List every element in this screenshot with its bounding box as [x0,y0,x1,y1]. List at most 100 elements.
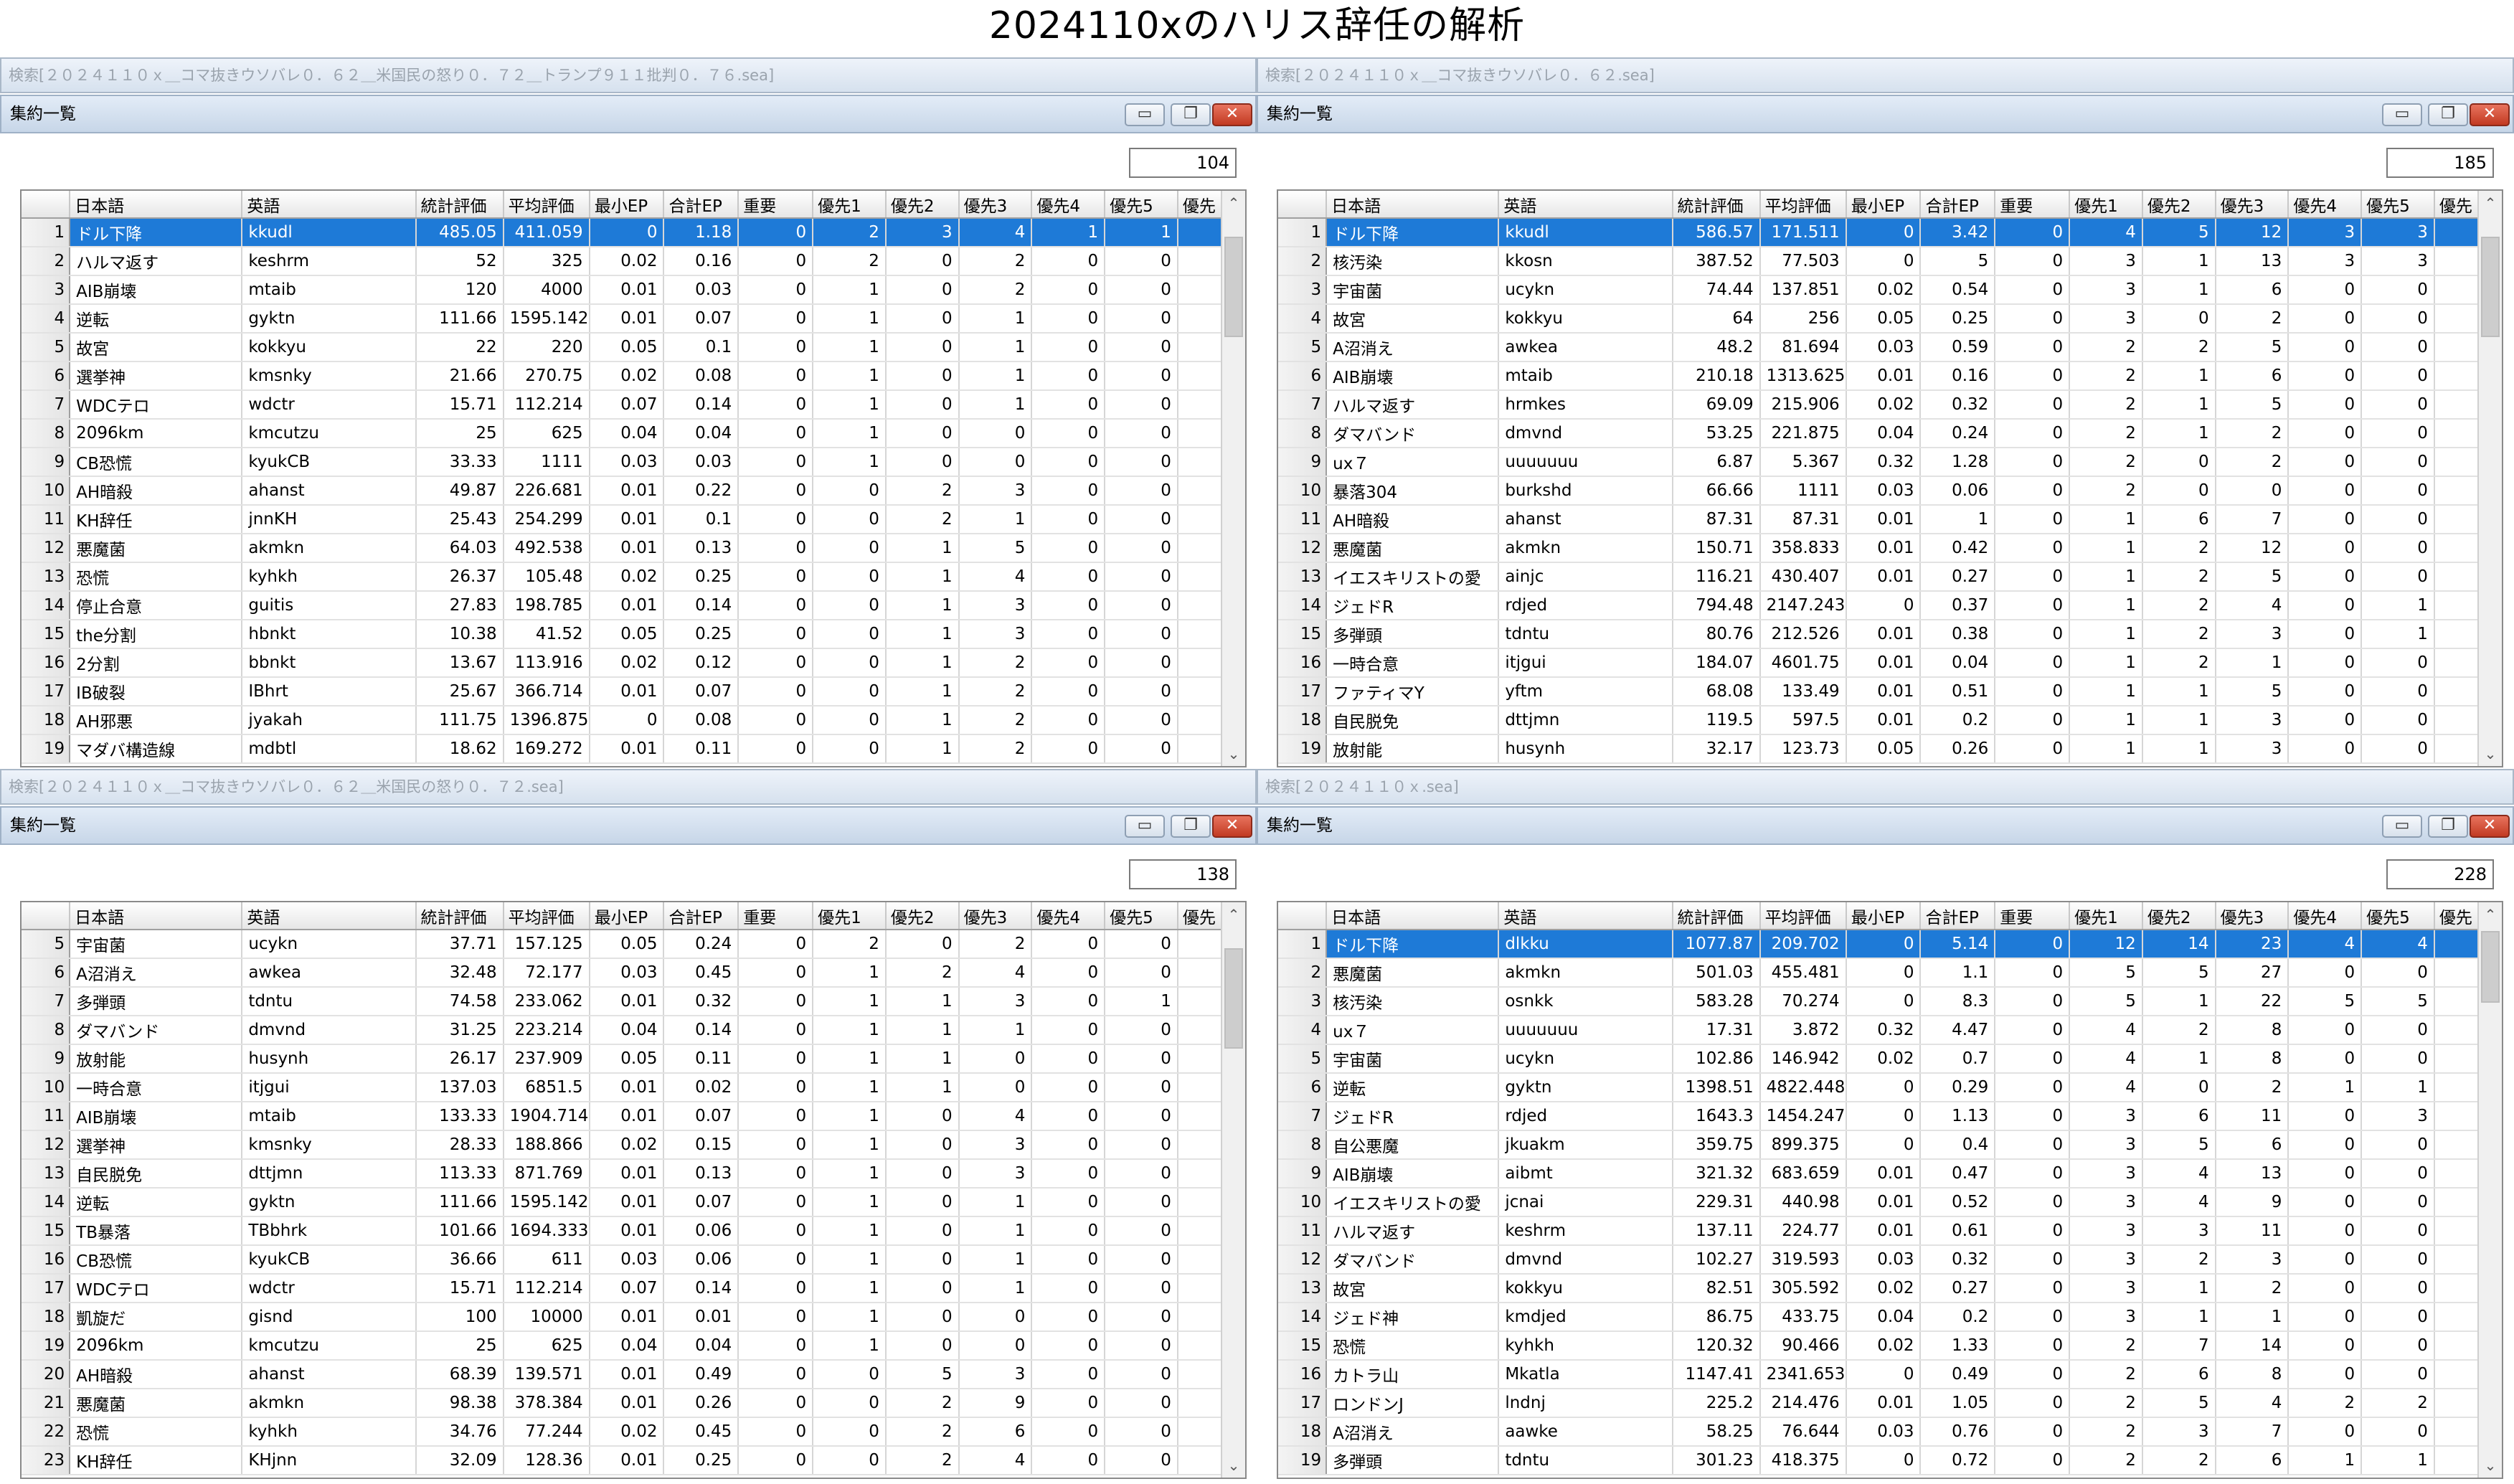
column-header[interactable]: 優先2 [2142,902,2216,930]
vertical-scrollbar[interactable]: ⌃ ⌄ [2477,902,2502,1478]
table-row[interactable]: 15 恐慌 kyhkh 120.32 90.466 0.02 1.33 0 2 7 14 0 0 [1278,1331,2480,1361]
scroll-up-icon[interactable]: ⌃ [1222,192,1245,214]
column-header[interactable]: 統計評価 [1672,191,1761,219]
table-row[interactable]: 10 一時合意 itjgui 137.03 6851.5 0.01 0.02 0 1 1 0 0 0 [22,1073,1223,1102]
table-row[interactable]: 6 選挙神 kmsnky 21.66 270.75 0.02 0.08 0 1 0 1 0 0 [22,361,1223,391]
scroll-up-icon[interactable]: ⌃ [2479,904,2502,925]
close-button[interactable]: ✕ [2470,103,2510,126]
restore-button[interactable]: ❐ [2428,815,2468,838]
table-row[interactable]: 5 故宮 kokkyu 22 220 0.05 0.1 0 1 0 1 0 0 [22,333,1223,362]
vertical-scrollbar[interactable]: ⌃ ⌄ [2477,191,2502,766]
table-row[interactable]: 9 CB恐慌 kyukCB 33.33 1111 0.03 0.03 0 1 0 0 0 0 [22,448,1223,477]
column-header[interactable]: 日本語 [70,191,243,219]
table-row[interactable]: 18 凱旋だ gisnd 100 10000 0.01 0.01 0 1 0 0 0 0 [22,1303,1223,1332]
search-bar[interactable]: 検索[２０２４１１０ｘ＿コマ抜きウソバレ０．６２＿米国民の怒り０．７２.sea] [0,769,1257,805]
table-row[interactable]: 3 宇宙菌 ucykn 74.44 137.851 0.02 0.54 0 3 1 6 0 0 [1278,275,2480,305]
minimize-button[interactable]: ▭ [2382,103,2422,126]
vertical-scrollbar[interactable]: ⌃ ⌄ [1221,902,1245,1478]
table-row[interactable]: 6 A沼消え awkea 32.48 72.177 0.03 0.45 0 1 2 4 0 0 [22,958,1223,988]
scroll-thumb[interactable] [2481,931,2500,1003]
table-row[interactable]: 12 ダマバンド dmvnd 102.27 319.593 0.03 0.32 0 3 2 3 0 0 [1278,1245,2480,1275]
table-row[interactable]: 13 イエスキリストの愛 ainjc 116.21 430.407 0.01 0.27 0 1 2… [1278,562,2480,592]
table-row[interactable]: 19 放射能 husynh 32.17 123.73 0.05 0.26 0 1 1 3 0 0 [1278,734,2480,764]
table-row[interactable]: 5 A沼消え awkea 48.2 81.694 0.03 0.59 0 2 2 5 0 0 [1278,333,2480,362]
column-header[interactable]: 優先5 [1105,191,1178,219]
column-header[interactable]: 優先1 [2069,191,2143,219]
column-header[interactable]: 合計EP [663,902,739,930]
column-header[interactable]: 英語 [1498,191,1673,219]
column-header[interactable]: 優先4 [1031,902,1106,930]
table-row[interactable]: 18 A沼消え aawke 58.25 76.644 0.03 0.76 0 2 3 7 0 0 [1278,1417,2480,1447]
table-row[interactable]: 10 イエスキリストの愛 jcnai 229.31 440.98 0.01 0.52 0 3 4 9… [1278,1188,2480,1217]
table-row[interactable]: 15 多弾頭 tdntu 80.76 212.526 0.01 0.38 0 1 2 3 0 1 [1278,620,2480,649]
column-header[interactable]: 優先 [2434,902,2480,930]
column-header[interactable]: 優先3 [2215,191,2289,219]
column-header[interactable]: 日本語 [1326,191,1500,219]
table-row[interactable]: 19 マダバ構造線 mdbtl 18.62 169.272 0.01 0.11 0 0 1 2 0 0 [22,734,1223,764]
table-row[interactable]: 8 ダマバンド dmvnd 31.25 223.214 0.04 0.14 0 1 1 1 0 0 [22,1016,1223,1045]
column-header[interactable]: 優先1 [813,902,887,930]
table-row[interactable]: 19 多弾頭 tdntu 301.23 418.375 0 0.72 0 2 2 6 1 1 [1278,1446,2480,1475]
table-row[interactable]: 16 一時合意 itjgui 184.07 4601.75 0.01 0.04 0 1 2 1 0 0 [1278,648,2480,678]
column-header[interactable]: 合計EP [1920,191,1996,219]
table-row[interactable]: 5 宇宙菌 ucykn 102.86 146.942 0.02 0.7 0 4 1 8 0 0 [1278,1044,2480,1074]
scroll-down-icon[interactable]: ⌄ [1222,1455,1245,1476]
column-header[interactable]: 優先2 [2142,191,2216,219]
table-row[interactable]: 13 自民脱免 dttjmn 113.33 871.769 0.01 0.13 0 1 0 3 0 0 [22,1159,1223,1188]
table-row[interactable]: 12 悪魔菌 akmkn 64.03 492.538 0.01 0.13 0 0 1 5 0 0 [22,534,1223,563]
table-row[interactable]: 7 ジェドR rdjed 1643.3 1454.247 0 1.13 0 3 6 11 0 3 [1278,1102,2480,1131]
table-row[interactable]: 12 選挙神 kmsnky 28.33 188.866 0.02 0.15 0 1 0 3 0 0 [22,1130,1223,1160]
table-row[interactable]: 20 AH暗殺 ahanst 68.39 139.571 0.01 0.49 0 0 5 3 0 0 [22,1360,1223,1389]
column-header[interactable]: 優先 [2434,191,2480,219]
window-titlebar[interactable]: 集約一覧 ▭ ❐ ✕ [1257,806,2514,845]
table-row[interactable]: 14 ジェドR rdjed 794.48 2147.243 0 0.37 0 1 2 4 0 1 [1278,591,2480,620]
column-header[interactable]: 優先4 [1031,191,1106,219]
scroll-up-icon[interactable]: ⌃ [1222,904,1245,925]
table-row[interactable]: 3 AIB崩壊 mtaib 120 4000 0.01 0.03 0 1 0 2 0 0 [22,275,1223,305]
table-row[interactable]: 5 宇宙菌 ucykn 37.71 157.125 0.05 0.24 0 2 0 2 0 0 [22,930,1223,959]
column-header[interactable]: 重要 [1995,902,2071,930]
table-row[interactable]: 6 逆転 gyktn 1398.51 4822.448 0 0.29 0 4 0 2 1 1 [1278,1073,2480,1102]
table-row[interactable]: 9 ux７ uuuuuuu 6.87 5.367 0.32 1.28 0 2 0 2 0 0 [1278,448,2480,477]
table-row[interactable]: 23 KH辞任 KHjnn 32.09 128.36 0.01 0.25 0 0 2 4 0 0 [22,1446,1223,1475]
column-header[interactable]: 英語 [1498,902,1673,930]
table-row[interactable]: 2 ハルマ返す keshrm 52 325 0.02 0.16 0 2 0 2 0 0 [22,247,1223,276]
table-row[interactable]: 13 故宮 kokkyu 82.51 305.592 0.02 0.27 0 3 1 2 0 0 [1278,1274,2480,1303]
table-row[interactable]: 16 カトラ山 Mkatla 1147.41 2341.653 0 0.49 0 2 6 8 0 0 [1278,1360,2480,1389]
column-header[interactable]: 平均評価 [503,191,590,219]
column-header[interactable]: 重要 [1995,191,2071,219]
window-titlebar[interactable]: 集約一覧 ▭ ❐ ✕ [0,806,1257,845]
column-header[interactable]: 優先 [1177,191,1223,219]
summary-grid[interactable]: 日本語 英語 統計評価 平均評価 最小EP 合計EP 重要 優先1 優先2 優先3 優先4 優先5 優先… [1277,901,2503,1479]
table-row[interactable]: 6 AIB崩壊 mtaib 210.18 1313.625 0.01 0.16 0 2 1 6 0 0 [1278,361,2480,391]
column-header[interactable]: 優先4 [2288,902,2363,930]
table-row[interactable]: 17 ファティマY yftm 68.08 133.49 0.01 0.51 0 1 1 5 0 0 [1278,677,2480,706]
scroll-up-icon[interactable]: ⌃ [2479,192,2502,214]
column-header[interactable]: 優先 [1177,902,1223,930]
table-row[interactable]: 16 CB恐慌 kyukCB 36.66 611 0.03 0.06 0 1 0 1 0 0 [22,1245,1223,1275]
table-row[interactable]: 8 ダマバンド dmvnd 53.25 221.875 0.04 0.24 0 2 1 2 0 0 [1278,419,2480,448]
table-row[interactable]: 9 放射能 husynh 26.17 237.909 0.05 0.11 0 1 1 0 0 0 [22,1044,1223,1074]
window-titlebar[interactable]: 集約一覧 ▭ ❐ ✕ [0,95,1257,133]
table-row[interactable]: 1 ドル下降 kkudl 586.57 171.511 0 3.42 0 4 5 12 3 3 [1278,218,2480,247]
column-header[interactable]: 日本語 [70,902,243,930]
table-row[interactable]: 22 恐慌 kyhkh 34.76 77.244 0.02 0.45 0 0 2 6 0 0 [22,1417,1223,1447]
table-row[interactable]: 17 WDCテロ wdctr 15.71 112.214 0.07 0.14 0 1 0 1 0 0 [22,1274,1223,1303]
table-row[interactable]: 18 AH邪悪 jyakah 111.75 1396.875 0 0.08 0 0 1 2 0 0 [22,706,1223,735]
table-row[interactable]: 14 ジェド神 kmdjed 86.75 433.75 0.04 0.2 0 3 1 1 0 0 [1278,1303,2480,1332]
table-row[interactable]: 13 恐慌 kyhkh 26.37 105.48 0.02 0.25 0 0 1 4 0 0 [22,562,1223,592]
restore-button[interactable]: ❐ [2428,103,2468,126]
column-header[interactable]: 優先3 [958,191,1033,219]
column-header[interactable]: 優先3 [2215,902,2289,930]
column-header[interactable]: 優先5 [2361,191,2435,219]
summary-grid[interactable]: 日本語 英語 統計評価 平均評価 最小EP 合計EP 重要 優先1 優先2 優先3 優先4 優先5 優先… [1277,189,2503,767]
column-header[interactable]: 平均評価 [1759,902,1847,930]
search-bar[interactable]: 検索[２０２４１１０ｘ＿コマ抜きウソバレ０．６２.sea] [1257,57,2514,93]
table-row[interactable]: 21 悪魔菌 akmkn 98.38 378.384 0.01 0.26 0 0 2 9 0 0 [22,1389,1223,1418]
table-row[interactable]: 11 AIB崩壊 mtaib 133.33 1904.714 0.01 0.07 0 1 0 4 0 0 [22,1102,1223,1131]
search-bar[interactable]: 検索[２０２４１１０ｘ.sea] [1257,769,2514,805]
table-row[interactable]: 7 WDCテロ wdctr 15.71 112.214 0.07 0.14 0 1 0 1 0 0 [22,390,1223,420]
column-header[interactable]: 合計EP [663,191,739,219]
close-button[interactable]: ✕ [1212,103,1252,126]
restore-button[interactable]: ❐ [1171,815,1211,838]
